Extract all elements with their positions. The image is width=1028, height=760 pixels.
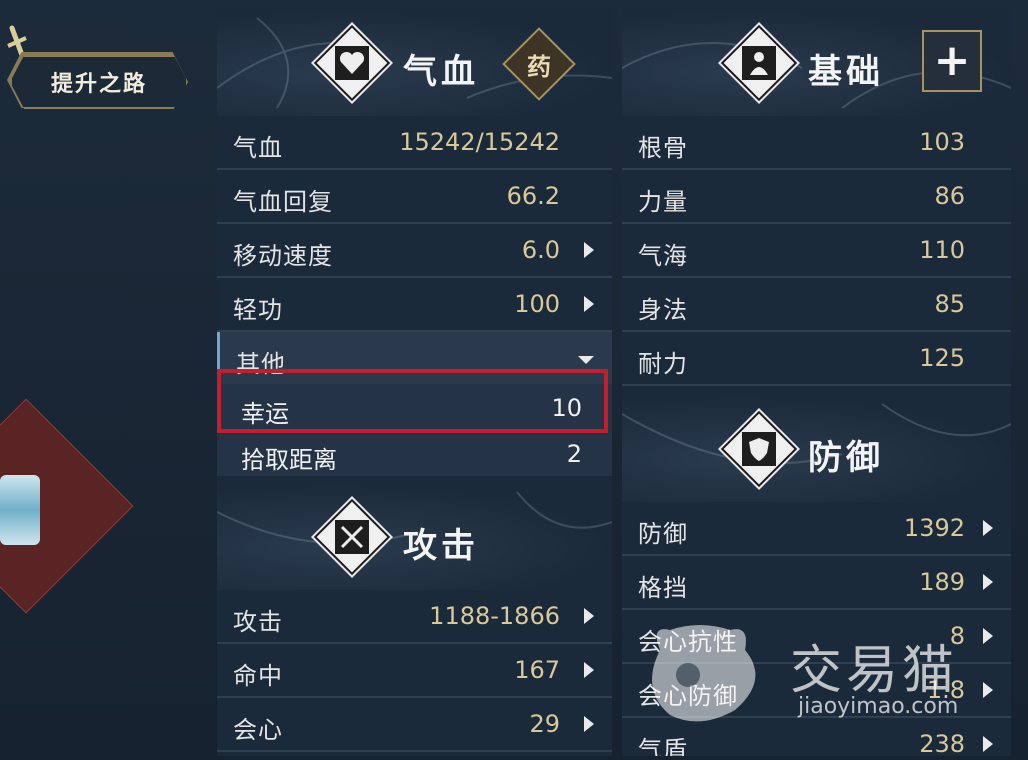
chevron-right-icon[interactable] [584, 716, 594, 732]
stat-value: 238 [919, 730, 965, 756]
stat-row-qi-sea: 气海 110 [622, 224, 1011, 278]
shield-icon [749, 438, 769, 461]
stat-value: 1392 [903, 514, 965, 542]
character-icon [750, 52, 768, 75]
crossed-swords-icon [340, 525, 364, 549]
chevron-down-icon[interactable] [578, 356, 594, 364]
stat-row-block[interactable]: 格挡 189 [622, 556, 1011, 610]
stat-label: 气海 [638, 242, 688, 270]
stat-value: 6.0 [521, 236, 560, 264]
stat-label: 攻击 [233, 608, 283, 636]
watermark-url: jiaoyimao.com [798, 694, 959, 719]
stat-value: 125 [919, 344, 965, 372]
stat-value: 103 [919, 128, 965, 156]
stat-value: 167 [514, 656, 560, 684]
stat-value: 29 [529, 710, 560, 738]
chevron-right-icon[interactable] [983, 682, 993, 698]
stat-row-critical[interactable]: 会心 29 [217, 698, 612, 752]
stat-label: 轻功 [233, 296, 283, 324]
add-point-button[interactable]: + [922, 30, 982, 92]
stat-value: 85 [934, 290, 965, 318]
stat-row-strength: 力量 86 [622, 170, 1011, 224]
left-sidebar: 提升之路 [0, 0, 210, 760]
chevron-right-icon[interactable] [584, 242, 594, 258]
stat-row-hit[interactable]: 命中 167 [217, 644, 612, 698]
stat-value: 15242/15242 [399, 128, 560, 156]
stat-value: 86 [934, 182, 965, 210]
chevron-right-icon[interactable] [983, 574, 993, 590]
chevron-right-icon[interactable] [584, 608, 594, 624]
stat-row-qi-shield[interactable]: 气盾 238 [622, 718, 1011, 756]
equipment-item-icon[interactable] [0, 475, 40, 545]
stat-value: 189 [919, 568, 965, 596]
stat-label: 命中 [233, 662, 283, 690]
chevron-right-icon[interactable] [983, 520, 993, 536]
stat-label: 气盾 [638, 736, 688, 756]
attack-section-header: 攻击 [217, 482, 612, 592]
hp-section-header: 气血 药 [217, 8, 612, 118]
stat-row-constitution: 根骨 103 [622, 116, 1011, 170]
chevron-right-icon[interactable] [983, 628, 993, 644]
stat-row-hp-regen: 气血回复 66.2 [217, 170, 612, 224]
stat-row-hp: 气血 15242/15242 [217, 116, 612, 170]
stat-row-defense[interactable]: 防御 1392 [622, 502, 1011, 556]
sub-stat-row-pickup-range: 拾取距离 2 [217, 430, 612, 476]
stat-value: 110 [919, 236, 965, 264]
stat-label: 防御 [638, 520, 688, 548]
stat-label: 拾取距离 [241, 446, 337, 474]
stat-row-qinggong[interactable]: 轻功 100 [217, 278, 612, 332]
chevron-right-icon[interactable] [584, 296, 594, 312]
base-section-header: 基础 + [622, 8, 1011, 118]
upgrade-path-label: 提升之路 [50, 72, 147, 97]
stat-label: 格挡 [638, 574, 688, 602]
stat-label: 气血回复 [233, 188, 333, 216]
stat-label: 根骨 [638, 134, 688, 162]
upgrade-path-button[interactable]: 提升之路 [10, 55, 188, 109]
base-section-title: 基础 [808, 52, 884, 92]
chevron-right-icon[interactable] [584, 662, 594, 678]
stat-label: 会心防御 [638, 682, 738, 710]
stat-value: 66.2 [506, 182, 560, 210]
stat-row-attack[interactable]: 攻击 1188-1866 [217, 590, 612, 644]
stat-label: 气血 [233, 134, 283, 162]
highlight-frame [217, 369, 608, 433]
heart-icon [339, 51, 365, 74]
stat-value: 2 [566, 440, 582, 468]
hp-section-title: 气血 [403, 52, 479, 92]
stat-row-move-speed[interactable]: 移动速度 6.0 [217, 224, 612, 278]
stat-label: 会心抗性 [638, 628, 738, 656]
watermark-brand: 交易猫 [790, 641, 959, 701]
stat-label: 身法 [638, 296, 688, 324]
stat-value: 100 [514, 290, 560, 318]
chevron-right-icon[interactable] [983, 736, 993, 752]
defense-section-header: 防御 [622, 394, 1011, 504]
defense-section-title: 防御 [808, 438, 884, 478]
stat-label: 力量 [638, 188, 688, 216]
stat-label: 移动速度 [233, 242, 333, 270]
stat-row-agility: 身法 85 [622, 278, 1011, 332]
stat-label: 会心 [233, 716, 283, 744]
medicine-label: 药 [527, 51, 551, 81]
stat-value: 1188-1866 [429, 602, 560, 630]
stat-row-endurance: 耐力 125 [622, 332, 1011, 386]
attack-section-title: 攻击 [403, 526, 479, 566]
stat-label: 耐力 [638, 350, 688, 378]
